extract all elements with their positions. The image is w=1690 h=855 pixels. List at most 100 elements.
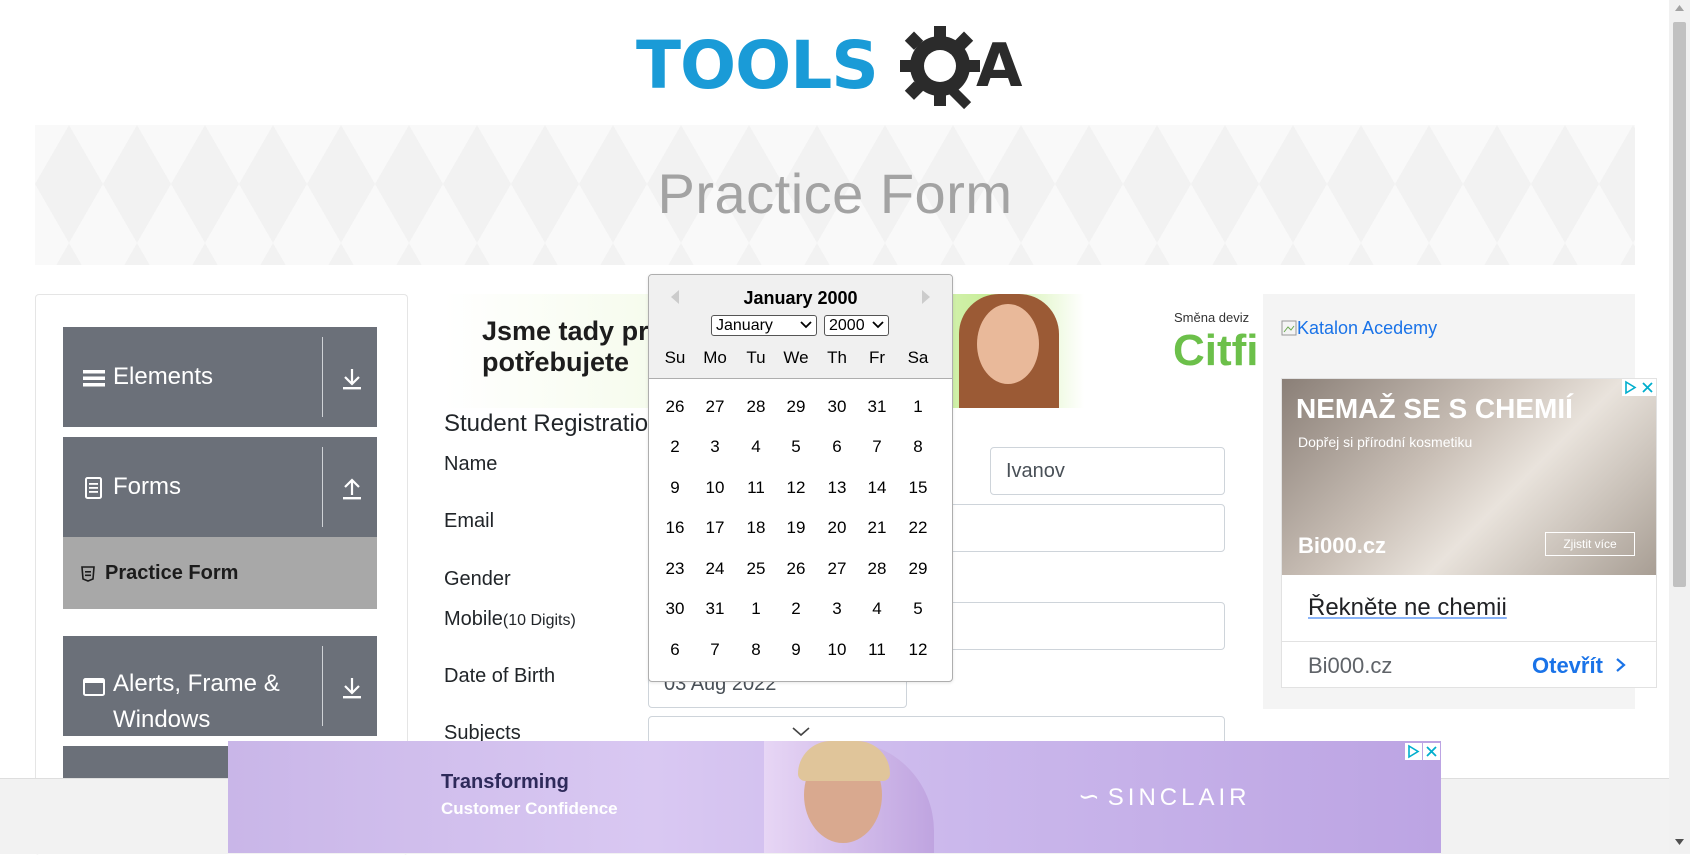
- calendar-day[interactable]: 12: [776, 478, 816, 498]
- ad-open-button[interactable]: Otevřít: [1532, 653, 1627, 679]
- calendar-day[interactable]: 28: [736, 397, 776, 417]
- ad-card-title[interactable]: Řekněte ne chemii: [1308, 594, 1507, 622]
- calendar-day[interactable]: 14: [857, 478, 897, 498]
- ad-cta-small-button[interactable]: Zjistit více: [1545, 532, 1635, 556]
- sidebar-group-elements[interactable]: Elements: [63, 327, 377, 427]
- last-name-input[interactable]: Ivanov: [990, 447, 1225, 495]
- calendar-day[interactable]: 27: [817, 559, 857, 579]
- datepicker-header: January 2000 January 2000 Su Mo Tu We Th Fr Sa: [649, 275, 952, 379]
- ad-broken-image-alt: Katalon Acedemy: [1297, 318, 1438, 338]
- calendar-day[interactable]: 8: [736, 640, 776, 660]
- calendar-day[interactable]: 8: [898, 437, 938, 457]
- calendar-day[interactable]: 26: [776, 559, 816, 579]
- calendar-day[interactable]: 9: [776, 640, 816, 660]
- divider: [322, 646, 323, 726]
- calendar-day[interactable]: 16: [655, 518, 695, 538]
- calendar-day[interactable]: 19: [776, 518, 816, 538]
- calendar-day[interactable]: 15: [898, 478, 938, 498]
- calendar-day[interactable]: 23: [655, 559, 695, 579]
- calendar-day[interactable]: 12: [898, 640, 938, 660]
- email-input[interactable]: [940, 504, 1225, 552]
- sidebar-group-forms[interactable]: Forms: [63, 437, 377, 537]
- sidebar-group-alerts-frame-windows[interactable]: Alerts, Frame & Windows: [63, 636, 377, 736]
- chevron-down-icon: [800, 321, 812, 329]
- calendar-day[interactable]: 10: [817, 640, 857, 660]
- form-heading: Student Registratio: [444, 410, 649, 437]
- calendar-day[interactable]: 21: [857, 518, 897, 538]
- calendar-day[interactable]: 3: [695, 437, 735, 457]
- calendar-day[interactable]: 11: [857, 640, 897, 660]
- ad-close-icon[interactable]: [1423, 743, 1440, 760]
- ad-open-label: Otevřít: [1532, 653, 1603, 678]
- calendar-day[interactable]: 20: [817, 518, 857, 538]
- calendar-day[interactable]: 9: [655, 478, 695, 498]
- chevron-right-icon: [1616, 658, 1626, 672]
- scrollbar-thumb[interactable]: [1673, 22, 1686, 587]
- scroll-up-arrow-icon[interactable]: [1674, 4, 1685, 12]
- calendar-day[interactable]: 7: [695, 640, 735, 660]
- ad-card-image: NEMAŽ SE S CHEMIÍ Dopřej si přírodní kos…: [1282, 379, 1656, 575]
- day-name: Sa: [907, 348, 929, 367]
- calendar-day[interactable]: 30: [817, 397, 857, 417]
- ad-bottom-woman-image: [764, 741, 934, 853]
- adchoices-icon[interactable]: [1622, 379, 1639, 396]
- calendar-day[interactable]: 29: [776, 397, 816, 417]
- calendar-day[interactable]: 5: [898, 599, 938, 619]
- ad-close-icon[interactable]: [1639, 379, 1656, 396]
- calendar-day[interactable]: 1: [898, 397, 938, 417]
- calendar-day[interactable]: 18: [736, 518, 776, 538]
- ad-card-headline: NEMAŽ SE S CHEMIÍ: [1296, 393, 1573, 424]
- html-icon: [81, 566, 95, 582]
- next-month-button[interactable]: [920, 289, 932, 305]
- calendar-day[interactable]: 6: [655, 640, 695, 660]
- calendar-day[interactable]: 30: [655, 599, 695, 619]
- adchoices-icon[interactable]: [1405, 743, 1422, 760]
- chevron-down-icon: [792, 727, 810, 737]
- calendar-day[interactable]: 2: [776, 599, 816, 619]
- mobile-input[interactable]: [940, 602, 1225, 650]
- ad-broken-image-link[interactable]: Katalon Acedemy: [1281, 318, 1437, 339]
- calendar-day[interactable]: 24: [695, 559, 735, 579]
- calendar-day[interactable]: 3: [817, 599, 857, 619]
- calendar-day[interactable]: 1: [736, 599, 776, 619]
- calendar-day[interactable]: 13: [817, 478, 857, 498]
- calendar-day[interactable]: 31: [857, 397, 897, 417]
- calendar-day[interactable]: 26: [655, 397, 695, 417]
- ad-top-text: Jsme tady pr potřebujete: [482, 316, 649, 378]
- ad-card[interactable]: NEMAŽ SE S CHEMIÍ Dopřej si přírodní kos…: [1281, 378, 1657, 688]
- toolsqa-logo[interactable]: TOOLS A: [636, 18, 1041, 114]
- calendar-day[interactable]: 2: [655, 437, 695, 457]
- calendar-day[interactable]: 28: [857, 559, 897, 579]
- upload-arrow-icon[interactable]: [341, 477, 363, 501]
- calendar-day[interactable]: 6: [817, 437, 857, 457]
- year-select[interactable]: 2000: [824, 315, 889, 336]
- download-arrow-icon[interactable]: [341, 676, 363, 700]
- dob-label: Date of Birth: [444, 665, 556, 687]
- calendar-day[interactable]: 27: [695, 397, 735, 417]
- datepicker-popup: January 2000 January 2000 Su Mo Tu We Th Fr Sa…: [648, 274, 953, 682]
- calendar-day[interactable]: 4: [857, 599, 897, 619]
- sidebar-group-label: Forms: [113, 473, 181, 500]
- ad-right-panel[interactable]: Katalon Acedemy NEMAŽ SE S CHEMIÍ Dopřej…: [1263, 294, 1657, 709]
- calendar-day[interactable]: 29: [898, 559, 938, 579]
- calendar-day[interactable]: 4: [736, 437, 776, 457]
- day-name: Su: [664, 348, 686, 367]
- calendar-day[interactable]: 11: [736, 478, 776, 498]
- ad-top-right-big: Citfi: [1173, 326, 1259, 375]
- calendar-day[interactable]: 31: [695, 599, 735, 619]
- calendar-day[interactable]: 17: [695, 518, 735, 538]
- ad-card-domain: Bi000.cz: [1308, 653, 1393, 678]
- calendar-day[interactable]: 22: [898, 518, 938, 538]
- download-arrow-icon[interactable]: [341, 367, 363, 391]
- scroll-down-arrow-icon[interactable]: [1674, 838, 1685, 846]
- window-icon: [83, 678, 105, 696]
- sinclair-logo-icon: ∽: [1078, 781, 1104, 811]
- month-select[interactable]: January: [711, 315, 817, 336]
- ad-banner-bottom[interactable]: Transforming Customer Confidence ∽ SINCLA…: [228, 741, 1441, 853]
- sidebar-item-practice-form[interactable]: Practice Form: [63, 537, 377, 609]
- calendar-day[interactable]: 7: [857, 437, 897, 457]
- divider: [322, 337, 323, 417]
- calendar-day[interactable]: 5: [776, 437, 816, 457]
- calendar-day[interactable]: 10: [695, 478, 735, 498]
- calendar-day[interactable]: 25: [736, 559, 776, 579]
